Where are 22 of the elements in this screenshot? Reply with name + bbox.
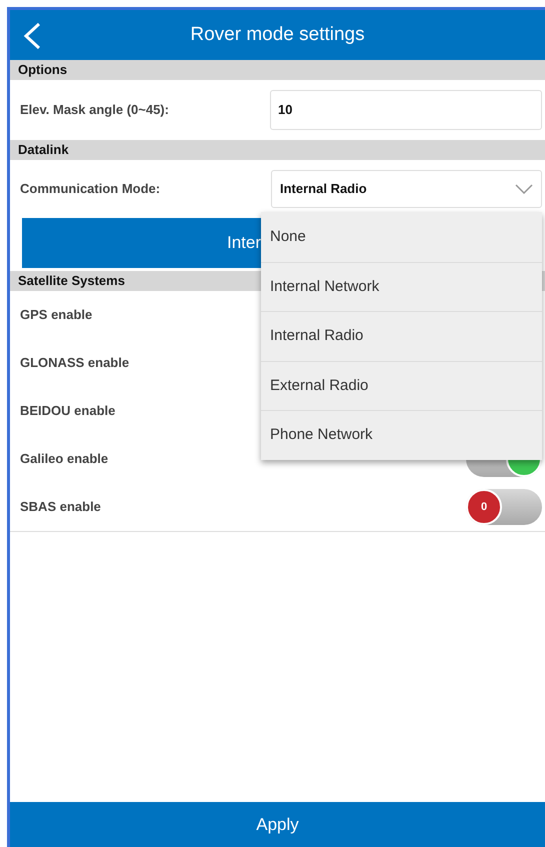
input-field[interactable]: 10: [270, 90, 542, 130]
switch-label: GLONASS enable: [20, 354, 130, 372]
section-header: Datalink: [10, 140, 545, 160]
field-label: Communication Mode:: [20, 180, 162, 198]
section-header: Options: [10, 60, 545, 80]
chevron-down-icon: [515, 184, 533, 194]
dropdown-option[interactable]: External Radio: [261, 360, 542, 410]
switch-label: Galileo enable: [20, 450, 108, 468]
dropdown-option[interactable]: None: [261, 212, 542, 262]
switch-label: SBAS enable: [20, 498, 101, 516]
switch-label: BEIDOU enable: [20, 402, 116, 420]
dropdown-option[interactable]: Phone Network: [261, 410, 542, 460]
dropdown-option[interactable]: Internal Radio: [261, 311, 542, 361]
dropdown-field[interactable]: Internal Radio: [271, 170, 542, 208]
back-icon[interactable]: [22, 22, 42, 50]
field-label: Elev. Mask angle (0~45):: [20, 101, 170, 120]
page-title: Rover mode settings: [190, 22, 365, 47]
toggle-label: 0: [480, 500, 488, 515]
dropdown-option[interactable]: Internal Network: [261, 262, 542, 312]
switch-label: GPS enable: [20, 306, 92, 324]
toggle-switch[interactable]: 0: [466, 489, 542, 525]
apply-button[interactable]: Apply: [10, 802, 545, 847]
